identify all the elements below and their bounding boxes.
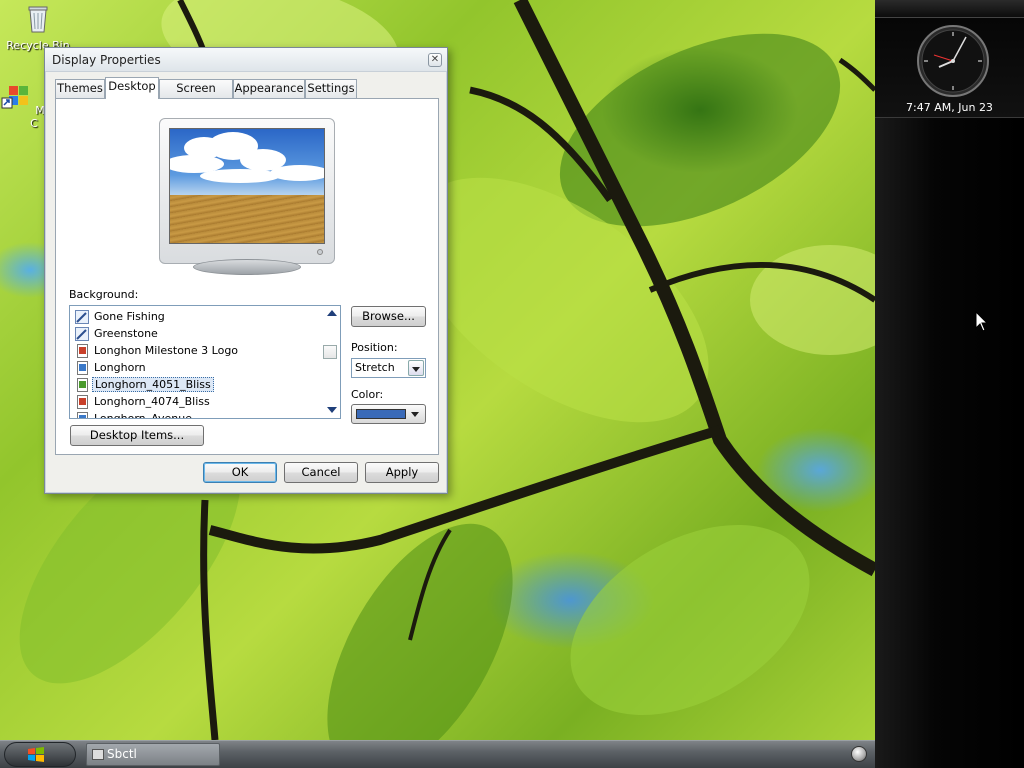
tab-label: Settings: [307, 81, 355, 95]
scrollbar-thumb[interactable]: [323, 345, 337, 359]
tab-screen-saver[interactable]: Screen Saver: [159, 79, 233, 112]
desktop-tab-panel: Background: Gone Fishing Greenstone Long…: [55, 98, 439, 455]
list-item[interactable]: Longhorn_4074_Bliss: [75, 394, 305, 411]
list-item[interactable]: Greenstone: [75, 326, 305, 343]
position-select[interactable]: Stretch: [351, 358, 426, 378]
tab-label: Themes: [57, 81, 103, 95]
clock-time-text: 7:47 AM, Jun 23: [906, 101, 993, 114]
button-label: Cancel: [301, 465, 341, 479]
image-file-icon: [77, 412, 88, 418]
start-button[interactable]: [4, 742, 76, 767]
media-center-icon: [1, 86, 28, 109]
taskbar-button-sbctl[interactable]: Sbctl: [86, 743, 220, 766]
list-item-label: Greenstone: [94, 327, 158, 340]
sidebar: 7:47 AM, Jun 23: [875, 0, 1024, 768]
power-led-icon: [317, 249, 323, 255]
scroll-up-arrow-icon[interactable]: [327, 310, 337, 316]
position-label: Position:: [351, 341, 398, 354]
background-label: Background:: [69, 288, 139, 301]
browse-button[interactable]: Browse...: [351, 306, 426, 327]
background-list[interactable]: Gone Fishing Greenstone Longhon Mileston…: [69, 305, 341, 419]
taskbar-button-label: Sbctl: [107, 747, 137, 761]
button-label: OK: [231, 465, 249, 479]
image-file-icon: [77, 361, 88, 375]
cancel-button[interactable]: Cancel: [284, 462, 358, 483]
tab-desktop[interactable]: Desktop: [105, 77, 159, 99]
close-icon: ✕: [430, 54, 440, 65]
ok-button[interactable]: OK: [203, 462, 277, 483]
list-item[interactable]: Gone Fishing: [75, 309, 305, 326]
analog-clock-icon: [917, 25, 989, 97]
display-properties-dialog: Display Properties ✕ Themes Desktop Scre…: [44, 47, 448, 494]
list-item-label: Longhorn_4074_Bliss: [94, 395, 210, 408]
image-file-icon: [77, 378, 88, 392]
recycle-bin-icon: [28, 6, 48, 33]
mouse-cursor-icon: [975, 311, 988, 332]
tray-orb-icon[interactable]: [851, 746, 867, 762]
wallpaper-preview-image: [169, 128, 325, 244]
list-item[interactable]: Longhon Milestone 3 Logo: [75, 343, 305, 360]
monitor-preview: [159, 118, 335, 264]
list-item-label: Longhorn: [94, 361, 146, 374]
desktop-icon-recycle-bin[interactable]: Recycle Bin: [3, 2, 73, 52]
sidebar-top-bar: [875, 0, 1024, 18]
chevron-down-icon[interactable]: [408, 360, 424, 376]
windows-flag-icon: [28, 747, 44, 762]
list-item[interactable]: Longhorn_Avenue: [75, 411, 305, 419]
list-item-selected[interactable]: Longhorn_4051_Bliss: [75, 377, 305, 394]
tab-settings[interactable]: Settings: [305, 79, 357, 98]
tab-appearance[interactable]: Appearance: [233, 79, 305, 98]
image-file-icon: [77, 395, 88, 409]
chevron-down-icon[interactable]: [408, 406, 424, 422]
color-swatch: [356, 409, 406, 419]
list-item-label: Longhorn_Avenue: [94, 412, 192, 419]
close-button[interactable]: ✕: [428, 53, 442, 67]
tab-label: Appearance: [234, 81, 304, 95]
list-item-label: Gone Fishing: [94, 310, 165, 323]
monitor-stand: [193, 259, 301, 275]
button-label: Browse...: [362, 309, 415, 323]
scroll-down-arrow-icon[interactable]: [327, 407, 337, 413]
tab-label: Desktop: [108, 79, 156, 93]
color-picker-button[interactable]: [351, 404, 426, 424]
button-label: Apply: [385, 465, 419, 479]
list-item-label: Longhon Milestone 3 Logo: [94, 344, 239, 357]
apply-button[interactable]: Apply: [365, 462, 439, 483]
clock-gadget[interactable]: 7:47 AM, Jun 23: [875, 18, 1024, 118]
tab-themes[interactable]: Themes: [55, 79, 105, 98]
brush-icon: [75, 310, 89, 324]
color-label: Color:: [351, 388, 384, 401]
dialog-title: Display Properties: [52, 53, 161, 67]
list-item-label: Longhorn_4051_Bliss: [92, 377, 214, 392]
list-item[interactable]: Longhorn: [75, 360, 305, 377]
image-file-icon: [77, 344, 88, 358]
taskbar: Sbctl: [0, 740, 875, 768]
brush-icon: [75, 327, 89, 341]
position-value: Stretch: [355, 361, 395, 374]
desktop-items-button[interactable]: Desktop Items...: [70, 425, 204, 446]
dialog-title-bar[interactable]: Display Properties ✕: [45, 48, 447, 72]
button-label: Desktop Items...: [89, 428, 185, 442]
window-icon: [92, 749, 104, 760]
